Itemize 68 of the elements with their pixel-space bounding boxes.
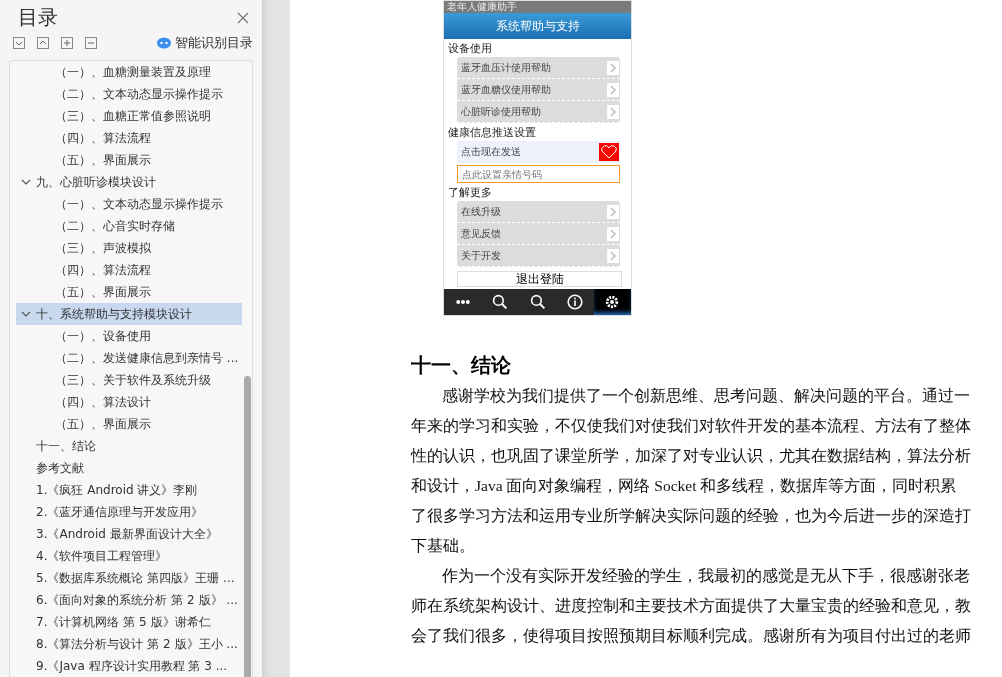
chevron-icon (607, 248, 619, 263)
expand-all-icon[interactable] (13, 37, 25, 49)
menu-row[interactable]: 在线升级 (457, 201, 620, 223)
tab[interactable] (593, 289, 632, 315)
plus-icon[interactable] (61, 37, 73, 49)
toc-item[interactable]: （一）、设备使用 (16, 325, 242, 347)
toc-item[interactable]: 九、心脏听诊模块设计 (16, 171, 242, 193)
toc-item[interactable]: （五）、界面展示 (16, 149, 242, 171)
toc-item[interactable]: （二）、心音实时存储 (16, 215, 242, 237)
heart-icon[interactable] (599, 143, 619, 161)
close-icon[interactable] (237, 11, 249, 24)
search-icon (492, 294, 509, 310)
toc-item[interactable]: 8.《算法分析与设计 第 2 版》王小 ... (16, 633, 242, 655)
toc-item[interactable]: （三）、关于软件及系统升级 (16, 369, 242, 391)
smart-toc-button[interactable]: 智能识别目录 (157, 34, 253, 52)
toc-item[interactable]: 4.《软件项目工程管理》 (16, 545, 242, 567)
menu-row[interactable]: 蓝牙血糖仪使用帮助 (457, 79, 620, 101)
toc-item[interactable]: 5.《数据库系统概论 第四版》王珊 ... (16, 567, 242, 589)
chevron-icon (607, 226, 619, 241)
toc-item[interactable]: 参考文献 (16, 457, 242, 479)
toc-item[interactable]: （五）、界面展示 (16, 281, 242, 303)
toc-item[interactable]: （四）、算法流程 (16, 259, 242, 281)
toc-item[interactable]: （五）、界面展示 (16, 413, 242, 435)
body-paragraph: 感谢学校为我们提供了一个创新思维、思考问题、解决问题的平台。通过一年来的学习和实验，不仅使我们对使我们对软件开发的基本流程、方法有了整体性的认识，也巩固了课堂所学，加深了对专业认识，尤其在数据结构，算法分析和设计，Java 面向对象编程，网络 Socket 和多线程，数据库等方面，同时积累了很多学习方法和运用专业所学解决实际问题的经验，也为今后进一步的深造打下基础。 (411, 386, 971, 556)
caret-icon[interactable] (21, 309, 31, 319)
toc-item[interactable]: （四）、算法设计 (16, 391, 242, 413)
collapse-all-icon[interactable] (37, 37, 49, 49)
toc-item[interactable]: 9.《Java 程序设计实用教程 第 3 ... (16, 655, 242, 677)
menu-row[interactable]: 关于开发 (457, 245, 620, 267)
toc-item[interactable]: 十、系统帮助与支持模块设计 (16, 303, 242, 325)
menu-row[interactable]: 心脏听诊使用帮助 (457, 101, 620, 123)
scrollbar-thumb[interactable] (244, 376, 251, 677)
settings-icon (604, 294, 621, 310)
send-now-row[interactable]: 点击现在发送 (457, 141, 620, 163)
cloud-icon (157, 37, 171, 49)
toc-item[interactable]: 1.《疯狂 Android 讲义》李刚 (16, 479, 242, 501)
toc-item[interactable]: 6.《面向对象的系统分析 第 2 版》 ... (16, 589, 242, 611)
section-heading: 设备使用 (447, 41, 493, 56)
toc-item[interactable]: （二）、文本动态显示操作提示 (16, 83, 242, 105)
screen-title: 系统帮助与支持 (444, 13, 631, 39)
toc-item[interactable]: （二）、发送健康信息到亲情号 ... (16, 347, 242, 369)
menu-row[interactable]: 蓝牙血压计使用帮助 (457, 57, 620, 79)
toc-item[interactable]: （三）、声波模拟 (16, 237, 242, 259)
caret-icon[interactable] (21, 177, 31, 187)
panel-title: 目录 (18, 4, 58, 31)
toc-item[interactable]: （四）、算法流程 (16, 127, 242, 149)
minus-icon[interactable] (85, 37, 97, 49)
chevron-icon (607, 82, 619, 97)
info-icon (566, 294, 583, 310)
toc-item[interactable]: （一）、血糖测量装置及原理 (16, 61, 242, 83)
chevron-icon (607, 204, 619, 219)
section-heading: 了解更多 (447, 185, 493, 200)
toc-item[interactable]: 十一、结论 (16, 435, 242, 457)
toc-item[interactable]: （一）、文本动态显示操作提示 (16, 193, 242, 215)
app-name: 老年人健康助手 (444, 1, 631, 13)
menu-row[interactable]: 意见反馈 (457, 223, 620, 245)
chevron-icon (607, 60, 619, 75)
toc-item[interactable]: 2.《蓝牙通信原理与开发应用》 (16, 501, 242, 523)
body-paragraph: 作为一个没有实际开发经验的学生，我最初的感觉是无从下手，很感谢张老师在系统架构设计、进度控制和主要技术方面提供了大量宝贵的经验和意见，教会了我们很多，使得项目按照预期目标顺利完成。感谢所有为项目付出过的老师 (411, 566, 971, 646)
toc-item[interactable]: 7.《计算机网络 第 5 版》谢希仁 (16, 611, 242, 633)
toc-item[interactable]: （三）、血糖正常值参照说明 (16, 105, 242, 127)
chevron-icon (607, 104, 619, 119)
search-icon (529, 294, 546, 310)
section-heading: 十一、结论 (411, 353, 512, 378)
toc-item[interactable]: 3.《Android 最新界面设计大全》 (16, 523, 242, 545)
section-heading: 健康信息推送设置 (447, 125, 537, 140)
phone-number-field[interactable]: 点此设置亲情号码 (457, 165, 620, 183)
logout-button[interactable]: 退出登陆 (457, 271, 622, 287)
